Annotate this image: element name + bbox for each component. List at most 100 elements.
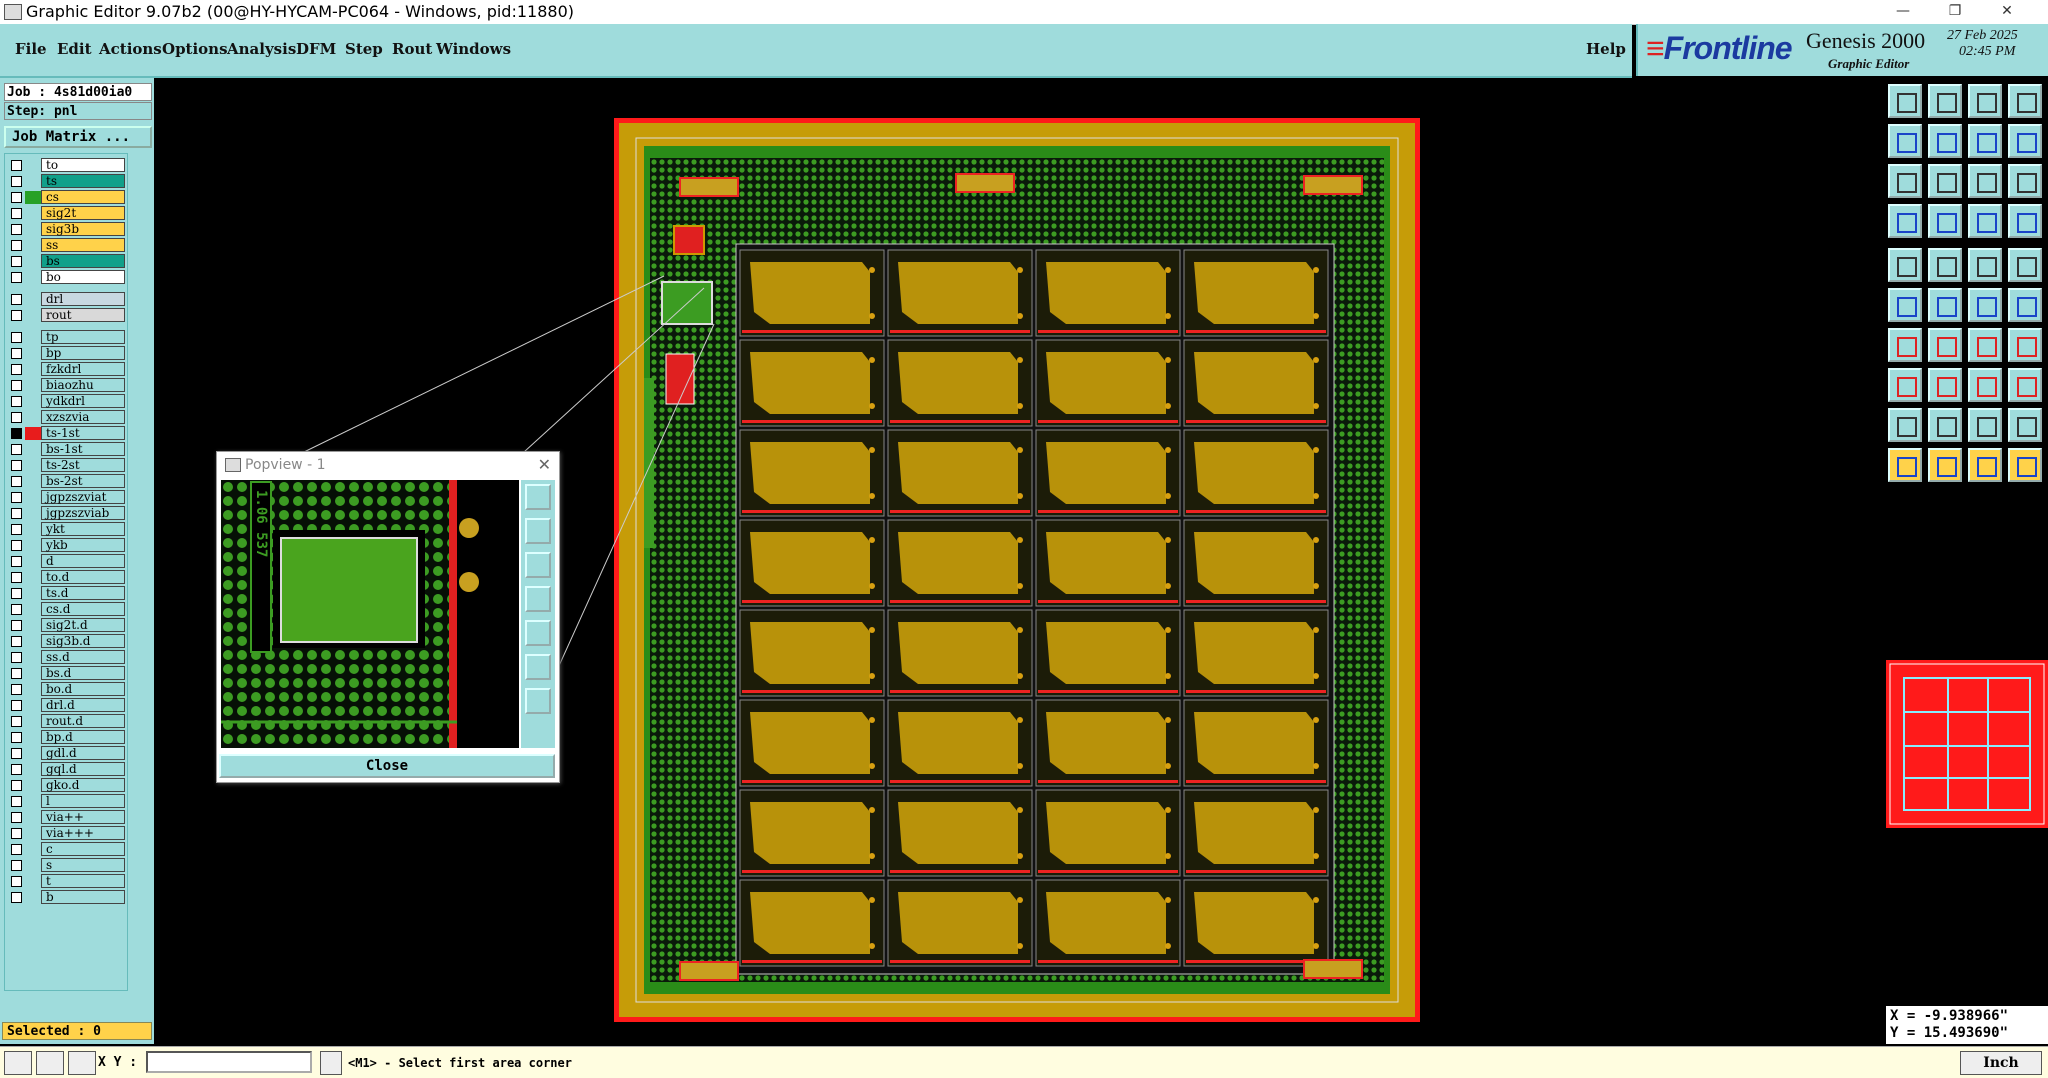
layer-name[interactable]: via+++: [41, 826, 125, 840]
layer-checkbox[interactable]: [11, 764, 22, 775]
layer-row-sig2t[interactable]: sig2t: [5, 206, 127, 221]
layer-row-t[interactable]: t: [5, 874, 127, 889]
layer-color-swatch[interactable]: [25, 795, 41, 808]
popview-window[interactable]: Popview - 1 ✕ 1.06 537 Close: [216, 451, 560, 783]
pan-icon[interactable]: [1928, 164, 1962, 198]
layer-name[interactable]: bp: [41, 346, 125, 360]
layer-name[interactable]: drl: [41, 292, 125, 306]
layer-name[interactable]: t: [41, 874, 125, 888]
window-icon[interactable]: [2008, 84, 2042, 118]
zoom-home-icon[interactable]: [525, 484, 551, 510]
copy-icon[interactable]: [1968, 124, 2002, 158]
menu-file[interactable]: File: [15, 40, 47, 58]
layer-name[interactable]: ss: [41, 238, 125, 252]
circle-icon[interactable]: [2008, 248, 2042, 282]
layer-name[interactable]: rout.d: [41, 714, 125, 728]
layer-name[interactable]: bo.d: [41, 682, 125, 696]
layer-checkbox[interactable]: [11, 716, 22, 727]
layer-color-swatch[interactable]: [25, 875, 41, 888]
layer-row-bo[interactable]: bo: [5, 270, 127, 285]
home-icon[interactable]: [1968, 84, 2002, 118]
layer-checkbox[interactable]: [11, 332, 22, 343]
layer-row-ykb[interactable]: ykb: [5, 538, 127, 553]
menu-help[interactable]: Help: [1586, 40, 1626, 58]
delta-icon[interactable]: [1888, 408, 1922, 442]
layer-row-d[interactable]: d: [5, 554, 127, 569]
layer-row-ts[interactable]: ts: [5, 174, 127, 189]
layer-row-ts-d[interactable]: ts.d: [5, 586, 127, 601]
layer-row-bp[interactable]: bp: [5, 346, 127, 361]
grid-icon[interactable]: [68, 1051, 96, 1075]
layer-checkbox[interactable]: [11, 460, 22, 471]
layer-name[interactable]: ykt: [41, 522, 125, 536]
layer-color-swatch[interactable]: [25, 555, 41, 568]
measure-icon[interactable]: [1888, 368, 1922, 402]
layer-row-l[interactable]: l: [5, 794, 127, 809]
layer-name[interactable]: tp: [41, 330, 125, 344]
slant-icon[interactable]: [1928, 328, 1962, 362]
layer-checkbox[interactable]: [11, 892, 22, 903]
popview-canvas[interactable]: 1.06 537: [221, 480, 519, 748]
layer-name[interactable]: drl.d: [41, 698, 125, 712]
layer-color-swatch[interactable]: [25, 507, 41, 520]
layer-row-s[interactable]: s: [5, 858, 127, 873]
layer-checkbox[interactable]: [11, 348, 22, 359]
layer-row-bs-1st[interactable]: bs-1st: [5, 442, 127, 457]
layer-red2-icon[interactable]: [2008, 204, 2042, 238]
layer-row-ss-d[interactable]: ss.d: [5, 650, 127, 665]
layer-row-rout-d[interactable]: rout.d: [5, 714, 127, 729]
pointer4-icon[interactable]: [2008, 448, 2042, 482]
layer-checkbox[interactable]: [11, 524, 22, 535]
layer-row-sig2t-d[interactable]: sig2t.d: [5, 618, 127, 633]
layer-checkbox[interactable]: [11, 540, 22, 551]
layer-checkbox[interactable]: [11, 588, 22, 599]
layer-checkbox[interactable]: [11, 208, 22, 219]
layer-name[interactable]: ts-1st: [41, 426, 125, 440]
layer-name[interactable]: b: [41, 890, 125, 904]
layer-color-swatch[interactable]: [25, 635, 41, 648]
layer-checkbox[interactable]: [11, 572, 22, 583]
pad-icon[interactable]: [1888, 248, 1922, 282]
layer-row-jgpzszviat[interactable]: jgpzszviat: [5, 490, 127, 505]
layer-color-swatch[interactable]: [25, 667, 41, 680]
layer-row-bp-d[interactable]: bp.d: [5, 730, 127, 745]
overview-svg[interactable]: [1886, 660, 2048, 828]
layer-row-biaozhu[interactable]: biaozhu: [5, 378, 127, 393]
zoom-fit-icon[interactable]: [1888, 164, 1922, 198]
layer-row-cs-d[interactable]: cs.d: [5, 602, 127, 617]
layer-row-bs[interactable]: bs: [5, 254, 127, 269]
layer-name[interactable]: bp.d: [41, 730, 125, 744]
pointer2-icon[interactable]: [1928, 448, 1962, 482]
minimize-icon[interactable]: —: [1880, 0, 1926, 24]
angle-icon[interactable]: [1888, 328, 1922, 362]
layer-color-swatch[interactable]: [25, 763, 41, 776]
layer-checkbox[interactable]: [11, 256, 22, 267]
layer-color-swatch[interactable]: [25, 223, 41, 236]
layer-name[interactable]: sig3b: [41, 222, 125, 236]
layer-color-swatch[interactable]: [25, 293, 41, 306]
layer-name[interactable]: to: [41, 158, 125, 172]
line-icon[interactable]: [1928, 248, 1962, 282]
array-icon[interactable]: [2008, 368, 2042, 402]
layer-checkbox[interactable]: [11, 224, 22, 235]
delta3-icon[interactable]: [1968, 408, 2002, 442]
layer-checkbox[interactable]: [11, 476, 22, 487]
layer-checkbox[interactable]: [11, 748, 22, 759]
layer-row-sig3b-d[interactable]: sig3b.d: [5, 634, 127, 649]
layer-name[interactable]: ts-2st: [41, 458, 125, 472]
filter-icon[interactable]: [1888, 204, 1922, 238]
layer-row-to[interactable]: to: [5, 158, 127, 173]
layer-color-swatch[interactable]: [25, 619, 41, 632]
layer-checkbox[interactable]: [11, 294, 22, 305]
layer-color-swatch[interactable]: [25, 603, 41, 616]
layer-color-swatch[interactable]: [25, 523, 41, 536]
layer-color-swatch[interactable]: [25, 491, 41, 504]
layer-row-xzszvia[interactable]: xzszvia: [5, 410, 127, 425]
layer-row-cs[interactable]: cs: [5, 190, 127, 205]
layer-name[interactable]: jgpzszviab: [41, 506, 125, 520]
layer-row-fzkdrl[interactable]: fzkdrl: [5, 362, 127, 377]
layer-row-ss[interactable]: ss: [5, 238, 127, 253]
layer-color-swatch[interactable]: [25, 255, 41, 268]
popview-titlebar[interactable]: Popview - 1 ✕: [217, 452, 559, 478]
close-icon[interactable]: ✕: [1984, 0, 2030, 24]
